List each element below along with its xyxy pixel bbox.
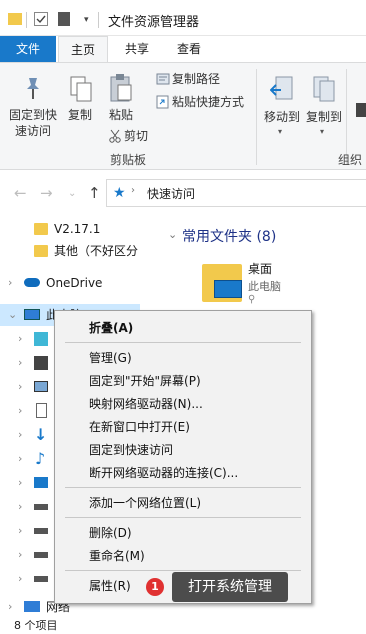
menu-item-rename[interactable]: 重命名(M) xyxy=(89,548,145,564)
chevron-right-icon[interactable]: › xyxy=(131,185,135,196)
chevron-down-icon[interactable]: ⌄ xyxy=(8,304,17,326)
ribbon: 固定到快 速访问 复制 粘贴 复制路径 粘贴快捷方式 剪切 剪贴板 移动到 ▾ … xyxy=(0,62,366,170)
drive-icon xyxy=(34,504,48,510)
pin-quick-access-label-1[interactable]: 固定到快 xyxy=(4,107,62,123)
copy-path-button[interactable]: 复制路径 xyxy=(172,71,220,87)
nav-item-label: OneDrive xyxy=(46,276,103,290)
ribbon-tabs: 文件 主页 共享 查看 xyxy=(0,36,366,64)
monitor-icon xyxy=(24,309,40,320)
divider xyxy=(26,12,27,28)
folder-icon xyxy=(34,223,48,235)
group-divider xyxy=(256,69,257,165)
copy-to-icon[interactable] xyxy=(312,75,338,108)
copy-button[interactable]: 复制 xyxy=(62,107,98,123)
star-icon: ★ xyxy=(113,185,126,201)
menu-separator xyxy=(65,570,301,571)
delete-icon[interactable] xyxy=(356,103,366,117)
forward-arrow-icon[interactable]: → xyxy=(40,184,53,202)
drive-icon xyxy=(34,552,48,558)
nav-item-label: V2.17.1 xyxy=(54,222,101,236)
music-icon: ♪ xyxy=(35,449,46,468)
nav-item-onedrive[interactable]: › OneDrive xyxy=(0,272,140,294)
desktop-folder-tile[interactable] xyxy=(202,264,242,304)
menu-separator xyxy=(65,487,301,488)
recent-locations-icon[interactable]: ⌄ xyxy=(68,188,76,199)
pin-icon: ⚲ xyxy=(248,294,256,305)
folder-icon xyxy=(34,245,48,257)
paste-button[interactable]: 粘贴 xyxy=(102,107,140,123)
document-icon xyxy=(36,403,47,418)
divider xyxy=(98,12,99,28)
nav-item-label: 其他（不好区分 xyxy=(54,244,139,258)
menu-item-open-new-window[interactable]: 在新窗口中打开(E) xyxy=(89,419,190,435)
chevron-down-icon[interactable]: ⌄ xyxy=(168,228,177,241)
tab-file[interactable]: 文件 xyxy=(0,36,56,63)
folder-location: 此电脑 xyxy=(248,280,281,293)
nav-item-v2171[interactable]: V2.17.1 xyxy=(0,218,140,240)
copy-path-icon[interactable] xyxy=(156,73,170,88)
step-badge: 1 xyxy=(146,578,164,596)
annotation-tooltip: 打开系统管理 xyxy=(172,572,288,602)
folder-icon xyxy=(8,13,22,25)
menu-item-manage[interactable]: 管理(G) xyxy=(89,350,132,366)
chevron-down-icon[interactable]: ▾ xyxy=(278,127,282,136)
desktop-icon xyxy=(214,280,242,298)
folder-name[interactable]: 桌面 xyxy=(248,260,272,277)
download-icon: ↓ xyxy=(34,425,48,444)
status-bar: 8 个项目 xyxy=(0,617,366,634)
tab-share[interactable]: 共享 xyxy=(108,36,166,63)
pin-icon[interactable] xyxy=(20,75,46,104)
menu-item-pin-quick-access[interactable]: 固定到快速访问 xyxy=(89,442,173,458)
tab-home[interactable]: 主页 xyxy=(58,36,108,64)
back-arrow-icon[interactable]: ← xyxy=(14,184,27,202)
paste-shortcut-button[interactable]: 粘贴快捷方式 xyxy=(172,94,244,110)
menu-item-add-network-location[interactable]: 添加一个网络位置(L) xyxy=(89,495,201,511)
chevron-right-icon[interactable]: › xyxy=(8,598,12,616)
chevron-right-icon[interactable]: › xyxy=(8,272,12,294)
menu-item-map-drive[interactable]: 映射网络驱动器(N)... xyxy=(89,396,203,412)
drive-icon xyxy=(34,576,48,582)
cube-icon xyxy=(34,332,48,346)
up-arrow-icon[interactable]: ↑ xyxy=(88,184,101,202)
scissors-icon[interactable] xyxy=(108,129,122,146)
chevron-down-icon[interactable]: ▾ xyxy=(320,127,324,136)
item-count: 8 个项目 xyxy=(14,619,58,632)
menu-item-properties[interactable]: 属性(R) xyxy=(89,578,131,594)
move-to-icon[interactable] xyxy=(269,75,296,108)
section-title[interactable]: 常用文件夹 (8) xyxy=(182,226,276,246)
menu-item-collapse[interactable]: 折叠(A) xyxy=(89,320,133,336)
new-folder-icon[interactable] xyxy=(58,12,70,26)
menu-separator xyxy=(65,342,301,343)
move-to-button[interactable]: 移动到 xyxy=(262,109,302,125)
context-menu: 折叠(A) 管理(G) 固定到"开始"屏幕(P) 映射网络驱动器(N)... 在… xyxy=(54,310,312,604)
paste-icon[interactable] xyxy=(108,73,134,106)
menu-separator xyxy=(65,517,301,518)
nav-item-other[interactable]: 其他（不好区分 xyxy=(0,240,140,262)
paste-shortcut-icon[interactable] xyxy=(156,95,170,112)
window-title: 文件资源管理器 xyxy=(108,15,200,30)
address-bar[interactable]: ★ › 快速访问 xyxy=(106,179,366,207)
group-organize-label: 组织 xyxy=(338,153,363,167)
drive-icon xyxy=(34,528,48,534)
group-clipboard-label: 剪贴板 xyxy=(110,153,147,167)
menu-item-disconnect-drive[interactable]: 断开网络驱动器的连接(C)... xyxy=(89,465,238,481)
properties-icon[interactable] xyxy=(34,12,48,26)
cut-button[interactable]: 剪切 xyxy=(124,128,148,144)
copy-to-button[interactable]: 复制到 xyxy=(304,109,344,125)
menu-item-pin-start[interactable]: 固定到"开始"屏幕(P) xyxy=(89,373,201,389)
network-icon xyxy=(24,601,40,612)
pin-quick-access-label-2[interactable]: 速访问 xyxy=(4,123,62,139)
desktop-icon xyxy=(34,477,48,488)
film-icon xyxy=(34,356,48,370)
menu-item-delete[interactable]: 删除(D) xyxy=(89,525,132,541)
copy-icon[interactable] xyxy=(68,75,94,106)
title-bar: ▾ 文件资源管理器 xyxy=(0,0,366,36)
picture-icon xyxy=(34,381,48,392)
cloud-icon xyxy=(24,278,40,287)
customize-toolbar-icon[interactable]: ▾ xyxy=(84,15,89,25)
address-path[interactable]: 快速访问 xyxy=(147,185,195,202)
tab-view[interactable]: 查看 xyxy=(166,36,212,63)
